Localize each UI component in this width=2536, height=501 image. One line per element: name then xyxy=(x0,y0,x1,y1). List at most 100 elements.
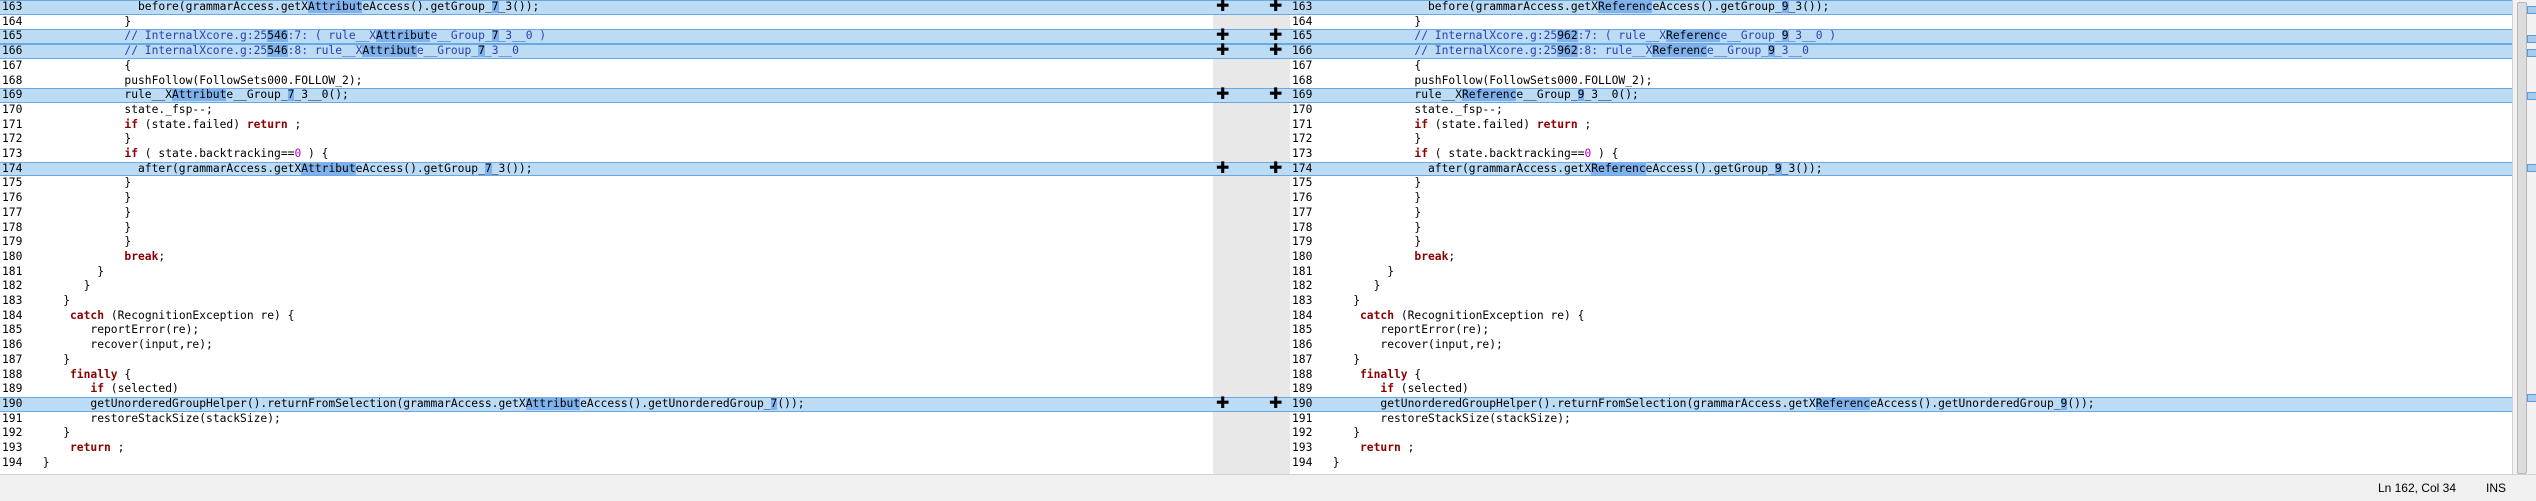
code-line[interactable]: 179} xyxy=(0,235,1213,250)
code-line[interactable]: 181} xyxy=(0,265,1213,280)
changed-line[interactable]: 163 before(grammarAccess.getXReferenceAcc… xyxy=(1290,0,2512,15)
code-line[interactable]: 176} xyxy=(1290,191,2512,206)
right-diff-pane[interactable]: 163 before(grammarAccess.getXReferenceAcc… xyxy=(1290,0,2512,474)
copy-left-to-right-icon[interactable]: ✚ xyxy=(1216,0,1229,14)
code-line[interactable]: 170 state._fsp--; xyxy=(0,103,1213,118)
copy-left-to-right-icon[interactable]: ✚ xyxy=(1216,86,1229,102)
code-line[interactable]: 188 finally { xyxy=(0,368,1213,383)
code-line[interactable]: 185 reportError(re); xyxy=(1290,323,2512,338)
line-number: 168 xyxy=(2,73,23,87)
code-line[interactable]: 183} xyxy=(0,294,1213,309)
code-line[interactable]: 179} xyxy=(1290,235,2512,250)
code-line[interactable]: 192} xyxy=(1290,426,2512,441)
copy-right-to-left-icon[interactable]: ✚ xyxy=(1269,159,1282,176)
copy-right-to-left-icon[interactable]: ✚ xyxy=(1269,394,1282,411)
diff-highlight: 546 xyxy=(267,29,288,43)
code-line[interactable]: 170 state._fsp--; xyxy=(1290,103,2512,118)
overview-change-marker[interactable] xyxy=(2527,34,2536,43)
code-line[interactable]: 168 pushFollow(FollowSets000.FOLLOW_2); xyxy=(1290,74,2512,89)
code-line[interactable]: 194} xyxy=(0,456,1213,471)
vertical-scrollbar[interactable] xyxy=(2512,0,2536,474)
changed-line[interactable]: 174 after(grammarAccess.getXReferenceAcce… xyxy=(1290,161,2512,177)
code-line[interactable]: 178} xyxy=(1290,221,2512,236)
copy-right-to-left-icon[interactable]: ✚ xyxy=(1269,42,1282,58)
copy-left-to-right-icon[interactable]: ✚ xyxy=(1216,159,1229,176)
code-line[interactable]: 189 if (selected) xyxy=(0,382,1213,397)
copy-left-to-right-icon[interactable]: ✚ xyxy=(1216,394,1229,411)
code-line[interactable]: 167 { xyxy=(1290,59,2512,74)
code-line[interactable]: 189 if (selected) xyxy=(1290,382,2512,397)
code-line[interactable]: 188 finally { xyxy=(1290,368,2512,383)
code-line[interactable]: 183} xyxy=(1290,294,2512,309)
code-text: state._fsp--; xyxy=(1414,102,1503,116)
changed-line[interactable]: 169 rule__XAttribute__Group_7_3__0(); xyxy=(0,88,1213,103)
overview-change-marker[interactable] xyxy=(2527,6,2536,14)
code-line[interactable]: 184 catch (RecognitionException re) { xyxy=(1290,309,2512,324)
changed-line[interactable]: 165 // InternalXcore.g:25962:7: ( rule__X… xyxy=(1290,29,2512,45)
code-line[interactable]: 187} xyxy=(1290,353,2512,368)
code-line[interactable]: 180 break; xyxy=(1290,250,2512,265)
changed-line[interactable]: 165 // InternalXcore.g:25546:7: ( rule__X… xyxy=(0,29,1213,45)
scrollbar-thumb[interactable] xyxy=(2517,2,2527,474)
overview-change-marker[interactable] xyxy=(2527,164,2536,173)
code-line[interactable]: 177} xyxy=(1290,206,2512,221)
copy-right-to-left-icon[interactable]: ✚ xyxy=(1269,86,1282,102)
code-text: eAccess().getUnorderedGroup_ xyxy=(1870,396,2061,410)
code-line[interactable]: 178} xyxy=(0,221,1213,236)
keyword: catch xyxy=(70,308,105,322)
overview-change-marker[interactable] xyxy=(2527,394,2536,403)
code-line[interactable]: 180 break; xyxy=(0,250,1213,265)
changed-line[interactable]: 174 after(grammarAccess.getXAttributeAcce… xyxy=(0,161,1213,177)
changed-line[interactable]: 190 getUnorderedGroupHelper().returnFromS… xyxy=(0,396,1213,412)
code-line[interactable]: 185 reportError(re); xyxy=(0,323,1213,338)
code-line[interactable]: 173 if ( state.backtracking==0 ) { xyxy=(1290,147,2512,162)
changed-line[interactable]: 190 getUnorderedGroupHelper().returnFromS… xyxy=(1290,396,2512,412)
code-line[interactable]: 175} xyxy=(1290,176,2512,191)
code-line[interactable]: 171 if (state.failed) return ; xyxy=(1290,118,2512,133)
copy-left-to-right-icon[interactable]: ✚ xyxy=(1216,42,1229,58)
code-line[interactable]: 186 recover(input,re); xyxy=(0,338,1213,353)
code-line[interactable]: 182} xyxy=(0,279,1213,294)
code-line[interactable]: 167 { xyxy=(0,59,1213,74)
code-text: } xyxy=(63,294,70,307)
code-line[interactable]: 191 restoreStackSize(stackSize); xyxy=(0,412,1213,427)
code-line[interactable]: 171 if (state.failed) return ; xyxy=(0,118,1213,133)
changed-line[interactable]: 163 before(grammarAccess.getXAttributeAcc… xyxy=(0,0,1213,15)
insert-mode-indicator: INS xyxy=(2485,481,2506,495)
line-number: 179 xyxy=(2,235,23,249)
code-text: rule__X xyxy=(124,88,172,102)
code-line[interactable]: 186 recover(input,re); xyxy=(1290,338,2512,353)
code-line[interactable]: 176} xyxy=(0,191,1213,206)
changed-line[interactable]: 166 // InternalXcore.g:25546:8: rule__XAt… xyxy=(0,44,1213,59)
code-line[interactable]: 172} xyxy=(0,132,1213,147)
code-line[interactable]: 182} xyxy=(1290,279,2512,294)
overview-change-marker[interactable] xyxy=(2527,49,2536,58)
overview-change-marker[interactable] xyxy=(2527,92,2536,101)
code-line[interactable]: 193 return ; xyxy=(1290,441,2512,456)
left-diff-pane[interactable]: 163 before(grammarAccess.getXAttributeAcc… xyxy=(0,0,1213,474)
code-line[interactable]: 164} xyxy=(1290,15,2512,30)
code-line[interactable]: 172} xyxy=(1290,132,2512,147)
code-line[interactable]: 181} xyxy=(1290,265,2512,280)
changed-line[interactable]: 166 // InternalXcore.g:25962:8: rule__XRe… xyxy=(1290,44,2512,59)
code-line[interactable]: 194} xyxy=(1290,456,2512,471)
code-line[interactable]: 175} xyxy=(0,176,1213,191)
code-line[interactable]: 187} xyxy=(0,353,1213,368)
keyword: if xyxy=(90,382,104,396)
keyword: if xyxy=(1380,382,1394,396)
copy-right-to-left-icon[interactable]: ✚ xyxy=(1269,0,1282,14)
code-line[interactable]: 184 catch (RecognitionException re) { xyxy=(0,309,1213,324)
comment: _3__0 ) xyxy=(1788,29,1837,43)
code-line[interactable]: 168 pushFollow(FollowSets000.FOLLOW_2); xyxy=(0,74,1213,89)
code-text: { xyxy=(1407,367,1422,381)
code-line[interactable]: 177} xyxy=(0,206,1213,221)
code-line[interactable]: 191 restoreStackSize(stackSize); xyxy=(1290,412,2512,427)
code-line[interactable]: 193 return ; xyxy=(0,441,1213,456)
code-line[interactable]: 192} xyxy=(0,426,1213,441)
changed-line[interactable]: 169 rule__XReference__Group_9_3__0(); xyxy=(1290,88,2512,103)
code-line[interactable]: 164} xyxy=(0,15,1213,30)
code-text: state._fsp--; xyxy=(124,102,213,116)
code-line[interactable]: 173 if ( state.backtracking==0 ) { xyxy=(0,147,1213,162)
line-number: 177 xyxy=(1292,205,1313,219)
keyword: break xyxy=(124,249,159,263)
